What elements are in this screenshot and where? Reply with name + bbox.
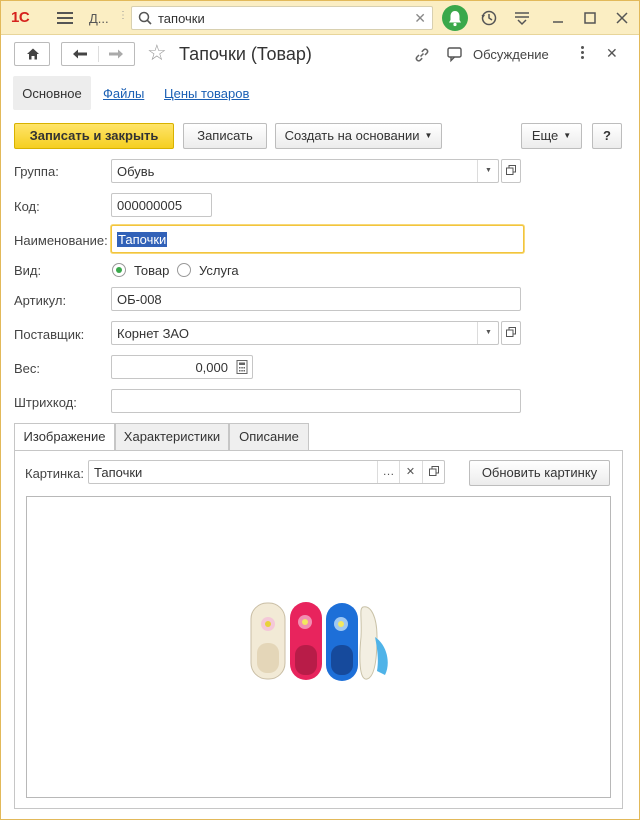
search-icon (138, 11, 152, 25)
global-search[interactable]: ✕ (131, 6, 433, 30)
supplier-dropdown-icon[interactable]: ▼ (477, 322, 498, 344)
history-icon[interactable] (480, 9, 498, 27)
group-field[interactable]: Обувь ▼ (111, 159, 499, 183)
favorite-star-icon[interactable]: ☆ (147, 42, 167, 64)
nav-link-prices[interactable]: Цены товаров (164, 86, 249, 101)
maximize-icon[interactable] (581, 9, 599, 27)
open-picture-icon[interactable] (422, 461, 444, 483)
picture-value: Тапочки (94, 465, 143, 480)
kind-option-service: Услуга (199, 263, 239, 278)
slippers-image (250, 602, 388, 681)
nav-link-files[interactable]: Файлы (103, 86, 144, 101)
separator-icon: ⋮ (118, 10, 128, 21)
refresh-picture-button[interactable]: Обновить картинку (469, 460, 610, 486)
article-label: Артикул: (14, 293, 67, 308)
home-button[interactable] (14, 42, 50, 66)
barcode-label: Штрихкод: (14, 395, 77, 410)
forward-arrow-icon[interactable] (108, 48, 124, 60)
more-actions-icon[interactable] (578, 45, 586, 63)
tab-characteristics[interactable]: Характеристики (115, 423, 229, 451)
link-icon[interactable] (413, 46, 431, 64)
picture-field[interactable]: Тапочки … ✕ (88, 460, 445, 484)
minimize-icon[interactable] (549, 9, 567, 27)
home-icon (27, 48, 39, 60)
close-form-icon[interactable]: ✕ (606, 45, 618, 62)
select-picture-icon[interactable]: … (377, 461, 399, 483)
clear-search-icon[interactable]: ✕ (414, 10, 426, 27)
nav-tab-main[interactable]: Основное (13, 76, 91, 110)
picture-label: Картинка: (25, 466, 84, 481)
close-window-icon[interactable] (613, 9, 631, 27)
article-field[interactable]: ОБ-008 (111, 287, 521, 311)
title-bar: 1С Д... ⋮ ✕ (1, 1, 639, 35)
form-header: ☆ Тапочки (Товар) Обсуждение ✕ (1, 35, 639, 75)
open-window-icon (506, 165, 516, 175)
radio-selected-icon (112, 263, 126, 277)
functions-menu-icon[interactable] (513, 9, 531, 27)
kind-option-goods: Товар (134, 263, 170, 278)
clear-picture-icon[interactable]: ✕ (399, 461, 421, 483)
app-title: Д... (89, 11, 109, 26)
menu-icon[interactable] (57, 10, 73, 26)
save-and-close-button[interactable]: Записать и закрыть (14, 123, 174, 149)
history-nav-group (61, 42, 135, 66)
code-label: Код: (14, 199, 40, 214)
chevron-down-icon: ▼ (563, 131, 572, 140)
notifications-bell-icon[interactable] (442, 5, 468, 31)
supplier-label: Поставщик: (14, 327, 85, 342)
search-input[interactable] (156, 9, 406, 27)
help-button[interactable]: ? (592, 123, 622, 149)
calculator-icon[interactable] (233, 358, 251, 376)
chat-icon (447, 47, 462, 63)
product-image-box (26, 496, 611, 798)
name-value: Тапочки (117, 232, 168, 247)
1c-logo: 1С (11, 9, 30, 26)
page-title: Тапочки (Товар) (179, 44, 312, 64)
supplier-value: Корнет ЗАО (117, 326, 189, 341)
radio-unselected-icon (177, 263, 191, 277)
image-tab-panel: Картинка: Тапочки … ✕ Обновить картинку (14, 450, 623, 809)
name-label: Наименование: (14, 233, 108, 248)
barcode-field[interactable] (111, 389, 521, 413)
kind-label: Вид: (14, 263, 42, 278)
more-label: Еще (531, 128, 559, 143)
group-label: Группа: (14, 164, 59, 179)
weight-label: Вес: (14, 361, 41, 376)
tab-description[interactable]: Описание (229, 423, 309, 451)
supplier-open-button[interactable] (501, 321, 521, 345)
supplier-field[interactable]: Корнет ЗАО ▼ (111, 321, 499, 345)
save-button[interactable]: Записать (183, 123, 267, 149)
group-open-button[interactable] (501, 159, 521, 183)
weight-field[interactable]: 0,000 (111, 355, 253, 379)
create-based-on-label: Создать на основании (284, 128, 420, 143)
open-window-icon (506, 327, 516, 337)
weight-value: 0,000 (195, 360, 228, 375)
more-button[interactable]: Еще ▼ (521, 123, 582, 149)
create-based-on-button[interactable]: Создать на основании ▼ (275, 123, 442, 149)
discussion-label: Обсуждение (473, 47, 549, 62)
name-field[interactable]: Тапочки (111, 225, 524, 253)
code-field[interactable]: 000000005 (111, 193, 212, 217)
tab-image[interactable]: Изображение (14, 423, 115, 452)
group-value: Обувь (117, 164, 155, 179)
chevron-down-icon: ▼ (424, 131, 433, 140)
back-arrow-icon[interactable] (72, 48, 88, 60)
item-form-window: 1С Д... ⋮ ✕ (0, 0, 640, 820)
group-dropdown-icon[interactable]: ▼ (477, 160, 498, 182)
